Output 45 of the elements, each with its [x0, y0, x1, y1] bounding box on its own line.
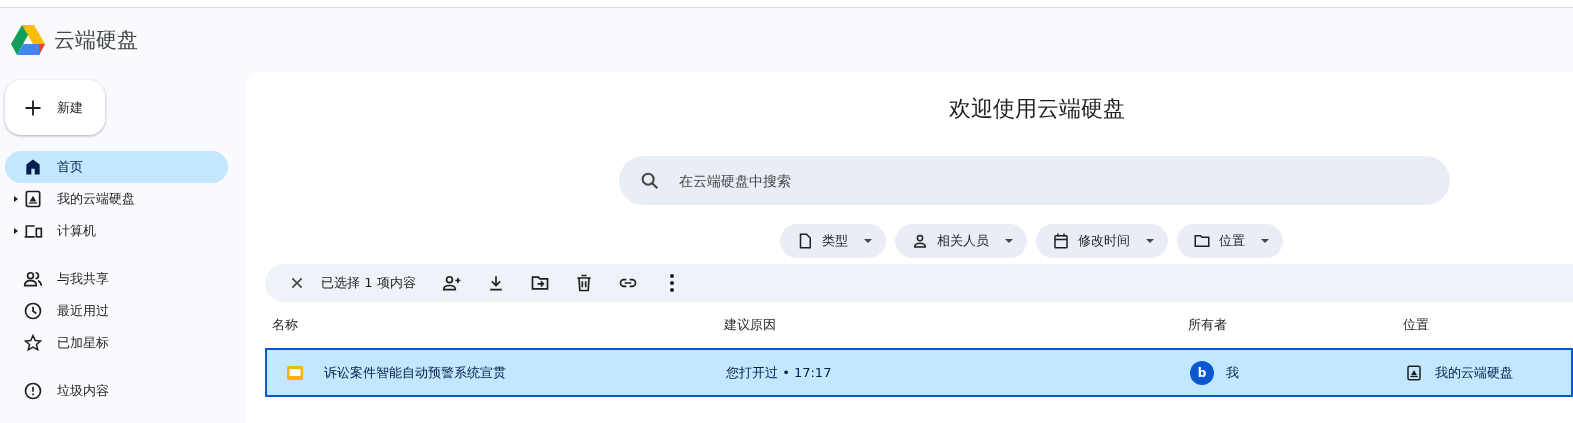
- owner-avatar: b: [1190, 360, 1214, 385]
- sidebar-item[interactable]: 已加星标: [5, 327, 228, 359]
- search-field[interactable]: 在云端硬盘中搜索: [619, 156, 1450, 205]
- slides-file-icon: [286, 363, 304, 382]
- close-icon: [289, 275, 305, 291]
- sidebar-item[interactable]: 与我共享: [5, 263, 228, 295]
- person-icon: [911, 232, 929, 250]
- file-name: 诉讼案件智能自动预警系统宣贯: [324, 363, 506, 382]
- sidebar-item[interactable]: 最近用过: [5, 295, 228, 327]
- sidebar-item[interactable]: 首页: [5, 151, 228, 183]
- search-input[interactable]: 在云端硬盘中搜索: [677, 171, 1430, 190]
- expand-arrow-icon[interactable]: [14, 228, 18, 234]
- filter-chip[interactable]: 修改时间: [1036, 224, 1168, 258]
- filter-chip[interactable]: 类型: [780, 224, 886, 258]
- column-header[interactable]: 建议原因: [724, 316, 776, 334]
- drive-icon: [1405, 363, 1423, 382]
- expand-arrow-icon[interactable]: [14, 196, 18, 202]
- sidebar-item[interactable]: 我的云端硬盘: [5, 183, 228, 215]
- clock-icon: [23, 301, 43, 321]
- filter-chip[interactable]: 相关人员: [895, 224, 1027, 258]
- app-title: 云端硬盘: [54, 27, 138, 54]
- home-icon: [23, 157, 43, 177]
- owner-name: 我: [1226, 363, 1239, 382]
- drive-logo-icon: [10, 24, 46, 56]
- column-header[interactable]: 所有者: [1188, 316, 1227, 334]
- column-header[interactable]: 位置: [1403, 316, 1429, 334]
- file-row[interactable]: 诉讼案件智能自动预警系统宣贯 您打开过 • 17:17 b 我 我的云端硬盘: [265, 348, 1573, 397]
- alert-icon: [23, 381, 43, 401]
- column-header[interactable]: 名称: [272, 316, 298, 334]
- suggestion-reason: 您打开过 • 17:17: [726, 363, 832, 382]
- calendar-icon: [1052, 232, 1070, 250]
- move-folder-icon: [529, 273, 550, 293]
- sidebar-item[interactable]: 垃圾内容: [5, 375, 228, 407]
- file-location: 我的云端硬盘: [1435, 363, 1513, 382]
- new-button[interactable]: 新建: [5, 80, 105, 135]
- filter-chip[interactable]: 位置: [1177, 224, 1283, 258]
- drive-icon: [23, 189, 43, 209]
- welcome-heading: 欢迎使用云端硬盘: [948, 95, 1126, 123]
- folder-icon: [1193, 232, 1211, 250]
- star-icon: [23, 333, 43, 353]
- people-icon: [23, 269, 43, 289]
- selection-count: 已选择 1 项内容: [321, 274, 416, 292]
- add-person-icon: [441, 273, 462, 293]
- sidebar-item[interactable]: 计算机: [5, 215, 228, 247]
- more-icon: [669, 273, 674, 293]
